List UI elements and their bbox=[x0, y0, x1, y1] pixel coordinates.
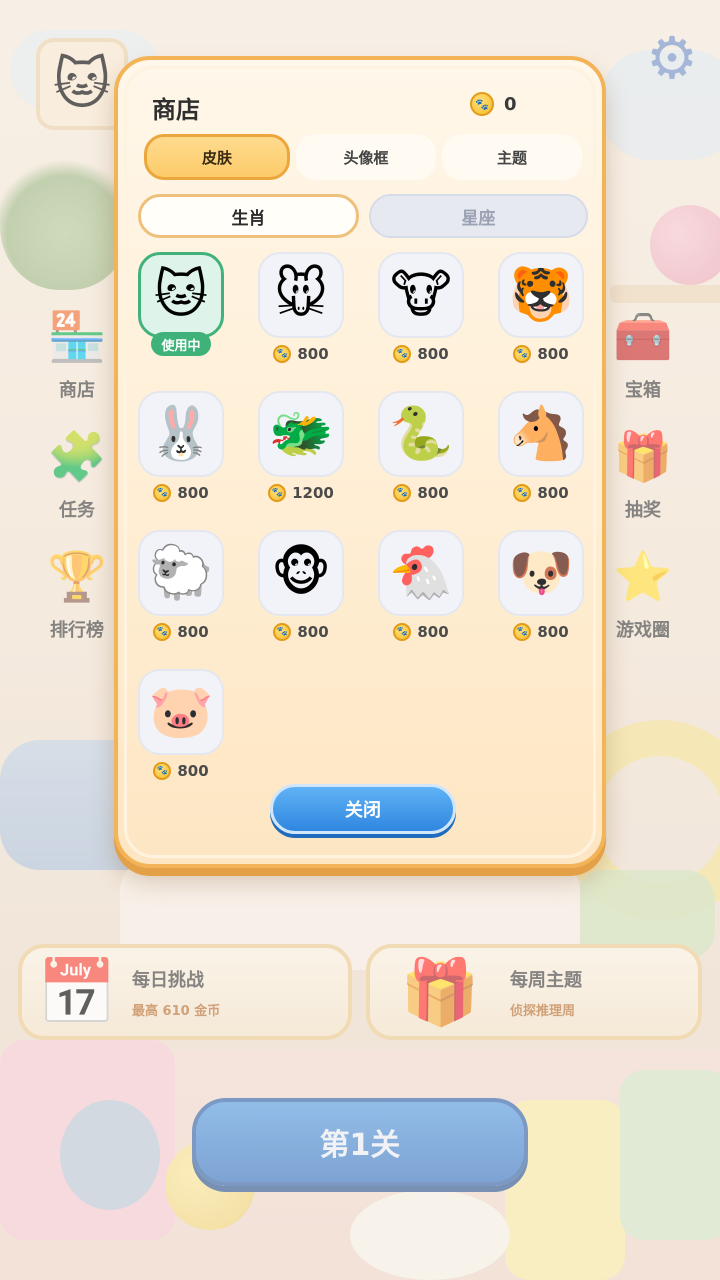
shop-tabs: 皮肤 头像框 主题 bbox=[144, 134, 582, 180]
in-use-badge: 使用中 bbox=[151, 332, 211, 356]
skin-avatar-icon[interactable]: 🐍 bbox=[378, 391, 464, 477]
skin-avatar-icon[interactable]: 🐵 bbox=[258, 530, 344, 616]
skin-item[interactable]: 🐭 🐾 800 bbox=[258, 252, 344, 364]
skin-price: 🐾 800 bbox=[273, 344, 329, 364]
skin-avatar-icon[interactable]: 🐴 bbox=[498, 391, 584, 477]
coin-icon: 🐾 bbox=[513, 623, 532, 641]
price-value: 800 bbox=[537, 623, 569, 641]
skin-avatar-icon[interactable]: 🐰 bbox=[138, 391, 224, 477]
skin-avatar-icon[interactable]: 🐶 bbox=[498, 530, 584, 616]
skin-price: 🐾 800 bbox=[273, 622, 329, 642]
skin-avatar-icon[interactable]: 🐱 bbox=[138, 252, 224, 338]
skin-avatar-icon[interactable]: 🐷 bbox=[138, 669, 224, 755]
skin-avatar-icon[interactable]: 🐑 bbox=[138, 530, 224, 616]
skin-price: 🐾 800 bbox=[153, 761, 209, 781]
skin-grid: 🐱 使用中 🐭 🐾 800 🐮 🐾 800 🐯 🐾 800 🐰 🐾 800 🐲 🐾 1200 🐍 🐾 800 🐴 🐾 800… bbox=[138, 252, 588, 781]
skin-price: 🐾 800 bbox=[513, 483, 569, 503]
skin-avatar-icon[interactable]: 🐮 bbox=[378, 252, 464, 338]
skin-avatar-icon[interactable]: 🐔 bbox=[378, 530, 464, 616]
skin-price: 🐾 800 bbox=[393, 622, 449, 642]
shop-title: 商店 bbox=[152, 96, 200, 124]
skin-avatar-icon[interactable]: 🐯 bbox=[498, 252, 584, 338]
coin-icon: 🐾 bbox=[153, 623, 172, 641]
skin-category-tabs: 生肖 星座 bbox=[138, 194, 588, 238]
coin-icon: 🐾 bbox=[268, 484, 287, 502]
price-value: 800 bbox=[417, 345, 449, 363]
price-value: 800 bbox=[177, 484, 209, 502]
skin-price: 🐾 800 bbox=[393, 344, 449, 364]
skin-price: 🐾 800 bbox=[513, 622, 569, 642]
close-button[interactable]: 关闭 bbox=[270, 784, 456, 834]
coin-icon: 🐾 bbox=[273, 345, 292, 363]
skin-item[interactable]: 🐷 🐾 800 bbox=[138, 669, 224, 781]
skin-item[interactable]: 🐔 🐾 800 bbox=[378, 530, 464, 642]
price-value: 800 bbox=[297, 345, 329, 363]
tab-themes[interactable]: 主题 bbox=[442, 134, 582, 180]
price-value: 800 bbox=[297, 623, 329, 641]
coin-icon: 🐾 bbox=[393, 484, 412, 502]
skin-item[interactable]: 🐴 🐾 800 bbox=[498, 391, 584, 503]
skin-item[interactable]: 🐲 🐾 1200 bbox=[258, 391, 344, 503]
skin-item[interactable]: 🐯 🐾 800 bbox=[498, 252, 584, 364]
skin-item[interactable]: 🐵 🐾 800 bbox=[258, 530, 344, 642]
skin-price: 🐾 800 bbox=[153, 483, 209, 503]
skin-item[interactable]: 🐶 🐾 800 bbox=[498, 530, 584, 642]
skin-item[interactable]: 🐱 使用中 bbox=[138, 252, 224, 364]
coin-balance: 🐾 0 bbox=[470, 92, 517, 116]
skin-item[interactable]: 🐰 🐾 800 bbox=[138, 391, 224, 503]
skin-price: 🐾 800 bbox=[393, 483, 449, 503]
skin-price: 🐾 800 bbox=[513, 344, 569, 364]
skin-item[interactable]: 🐍 🐾 800 bbox=[378, 391, 464, 503]
subtab-zodiac-animals[interactable]: 生肖 bbox=[138, 194, 359, 238]
price-value: 800 bbox=[177, 762, 209, 780]
shop-dialog: 商店 🐾 0 皮肤 头像框 主题 生肖 星座 🐱 使用中 🐭 🐾 800 🐮 🐾 800 🐯 🐾 800 🐰… bbox=[114, 56, 606, 868]
skin-item[interactable]: 🐑 🐾 800 bbox=[138, 530, 224, 642]
coin-icon: 🐾 bbox=[153, 484, 172, 502]
skin-price: 🐾 1200 bbox=[268, 483, 334, 503]
coin-icon: 🐾 bbox=[513, 345, 532, 363]
coin-icon: 🐾 bbox=[273, 623, 292, 641]
coin-icon: 🐾 bbox=[393, 623, 412, 641]
coin-icon: 🐾 bbox=[153, 762, 172, 780]
price-value: 800 bbox=[417, 623, 449, 641]
coin-icon: 🐾 bbox=[393, 345, 412, 363]
price-value: 800 bbox=[417, 484, 449, 502]
coin-count: 0 bbox=[504, 93, 517, 115]
tab-avatar-frames[interactable]: 头像框 bbox=[296, 134, 436, 180]
tab-skins[interactable]: 皮肤 bbox=[144, 134, 290, 180]
price-value: 1200 bbox=[292, 484, 334, 502]
price-value: 800 bbox=[177, 623, 209, 641]
skin-item[interactable]: 🐮 🐾 800 bbox=[378, 252, 464, 364]
coin-icon: 🐾 bbox=[513, 484, 532, 502]
skin-price: 🐾 800 bbox=[153, 622, 209, 642]
skin-avatar-icon[interactable]: 🐭 bbox=[258, 252, 344, 338]
subtab-constellations[interactable]: 星座 bbox=[369, 194, 588, 238]
skin-avatar-icon[interactable]: 🐲 bbox=[258, 391, 344, 477]
coin-icon: 🐾 bbox=[470, 92, 494, 116]
price-value: 800 bbox=[537, 484, 569, 502]
price-value: 800 bbox=[537, 345, 569, 363]
